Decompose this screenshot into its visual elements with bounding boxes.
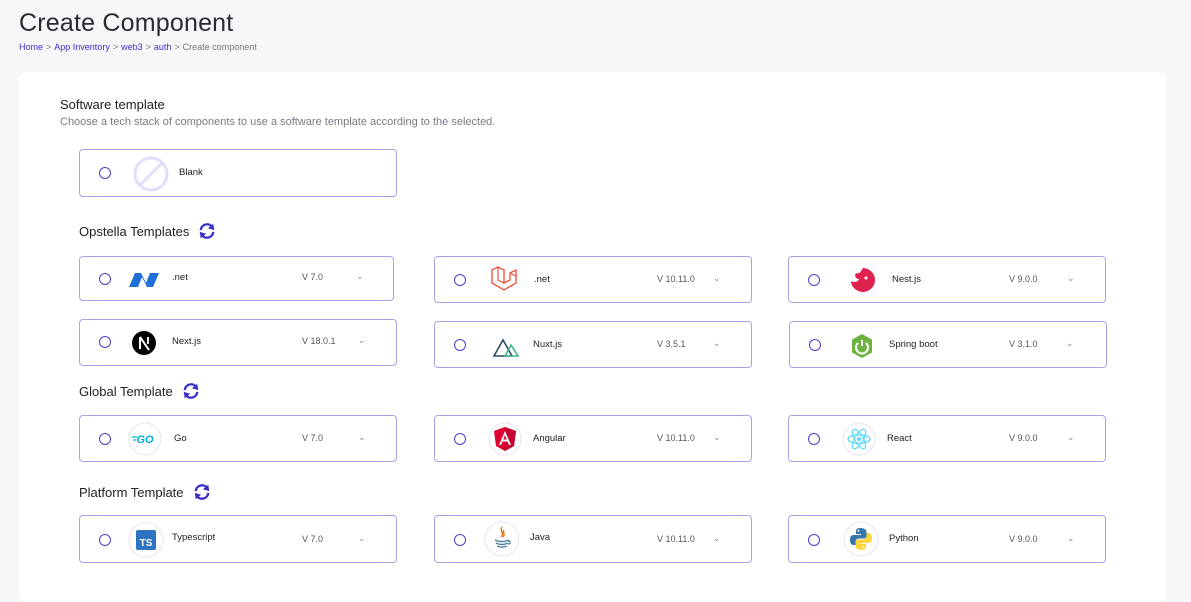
template-name: Angular	[533, 433, 566, 444]
refresh-icon[interactable]	[182, 382, 200, 400]
react-icon	[842, 422, 876, 456]
template-name: Go	[174, 433, 187, 444]
radio-button[interactable]	[454, 339, 466, 351]
template-name: Blank	[179, 167, 203, 178]
chevron-down-icon[interactable]: ⌄	[356, 271, 364, 282]
template-version: V 7.0	[302, 534, 324, 544]
radio-button[interactable]	[454, 534, 466, 546]
breadcrumb-current: Create component	[182, 42, 257, 52]
group-title-label: Global Template	[79, 383, 173, 399]
template-card-nestjs[interactable]: Nest.js V 9.0.0 ⌄	[788, 256, 1106, 303]
software-template-title: Software template	[60, 97, 165, 112]
template-card-dotnet[interactable]: .net V 7.0 ⌄	[79, 256, 394, 301]
template-version: V 7.0	[302, 433, 324, 443]
template-name: .net	[534, 274, 550, 285]
radio-button[interactable]	[99, 534, 111, 546]
python-icon	[843, 521, 879, 557]
template-name: Next.js	[172, 336, 202, 347]
go-icon: GO	[128, 422, 162, 456]
chevron-down-icon[interactable]: ⌄	[713, 273, 721, 284]
template-card-laravel[interactable]: .net V 10.11.0 ⌄	[434, 256, 752, 303]
template-name: Nest.js	[892, 274, 922, 285]
chevron-down-icon[interactable]: ⌄	[358, 335, 366, 346]
template-card-python[interactable]: Python V 9.0.0 ⌄	[788, 515, 1106, 563]
radio-button[interactable]	[809, 339, 821, 351]
group-title-opstella: Opstella Templates	[79, 222, 216, 240]
radio-button[interactable]	[454, 274, 466, 286]
template-card-go[interactable]: GO Go V 7.0 ⌄	[79, 415, 397, 462]
template-name: Typescript	[172, 532, 216, 543]
template-name: Nuxt.js	[533, 339, 563, 350]
chevron-down-icon[interactable]: ⌄	[713, 533, 721, 544]
blank-icon	[133, 156, 169, 192]
chevron-down-icon[interactable]: ⌄	[1066, 338, 1074, 349]
chevron-down-icon[interactable]: ⌄	[1067, 273, 1075, 284]
template-card-nuxtjs[interactable]: Nuxt.js V 3.5.1 ⌄	[434, 321, 752, 368]
template-card-nextjs[interactable]: Next.js V 18.0.1 ⌄	[79, 319, 397, 366]
page-title: Create Component	[19, 9, 234, 37]
template-name: Java	[530, 532, 551, 543]
nuxtjs-icon	[490, 331, 522, 363]
radio-button[interactable]	[454, 433, 466, 445]
template-card-blank[interactable]: Blank	[79, 149, 397, 197]
template-version: V 7.0	[302, 272, 324, 282]
chevron-down-icon[interactable]: ⌄	[358, 533, 366, 544]
radio-button[interactable]	[99, 433, 111, 445]
radio-button[interactable]	[99, 273, 111, 285]
radio-button[interactable]	[99, 336, 111, 348]
refresh-icon[interactable]	[193, 483, 211, 501]
breadcrumb-auth[interactable]: auth	[154, 42, 172, 52]
chevron-down-icon[interactable]: ⌄	[1067, 432, 1075, 443]
breadcrumb-web3[interactable]: web3	[121, 42, 143, 52]
template-version: V 10.11.0	[657, 433, 695, 443]
template-version: V 9.0.0	[1009, 274, 1038, 284]
laravel-icon	[488, 264, 520, 296]
svg-text:TS: TS	[140, 538, 153, 549]
dotnet-icon	[128, 264, 160, 296]
nestjs-icon	[847, 264, 879, 296]
template-version: V 9.0.0	[1009, 433, 1038, 443]
template-card-react[interactable]: React V 9.0.0 ⌄	[788, 415, 1106, 462]
group-title-global: Global Template	[79, 382, 200, 400]
breadcrumb-app-inventory[interactable]: App Inventory	[54, 42, 110, 52]
template-version: V 3.1.0	[1009, 339, 1038, 349]
template-card-angular[interactable]: Angular V 10.11.0 ⌄	[434, 415, 752, 462]
angular-icon	[488, 422, 522, 456]
chevron-down-icon[interactable]: ⌄	[713, 432, 721, 443]
template-version: V 3.5.1	[657, 339, 686, 349]
radio-button[interactable]	[808, 433, 820, 445]
chevron-down-icon[interactable]: ⌄	[358, 432, 366, 443]
radio-button[interactable]	[99, 167, 111, 179]
typescript-icon: TS	[128, 522, 164, 558]
breadcrumb: Home > App Inventory > web3 > auth > Create comp…	[19, 42, 257, 52]
template-name: React	[887, 433, 912, 444]
nextjs-icon	[130, 329, 158, 357]
springboot-icon	[846, 330, 878, 362]
template-version: V 9.0.0	[1009, 534, 1038, 544]
java-icon	[484, 521, 520, 557]
svg-text:GO: GO	[136, 434, 154, 446]
breadcrumb-home[interactable]: Home	[19, 42, 43, 52]
chevron-down-icon[interactable]: ⌄	[713, 338, 721, 349]
group-title-label: Platform Template	[79, 484, 184, 500]
radio-button[interactable]	[808, 274, 820, 286]
group-title-platform: Platform Template	[79, 483, 211, 501]
template-card-springboot[interactable]: Spring boot V 3.1.0 ⌄	[789, 321, 1107, 368]
template-version: V 10.11.0	[657, 274, 695, 284]
template-card-java[interactable]: Java V 10.11.0 ⌄	[434, 515, 752, 563]
template-version: V 10.11.0	[657, 534, 695, 544]
refresh-icon[interactable]	[198, 222, 216, 240]
template-version: V 18.0.1	[302, 336, 336, 346]
radio-button[interactable]	[808, 534, 820, 546]
software-template-description: Choose a tech stack of components to use…	[60, 116, 496, 128]
template-name: Python	[889, 533, 919, 544]
template-card-typescript[interactable]: TS Typescript V 7.0 ⌄	[79, 515, 397, 563]
chevron-down-icon[interactable]: ⌄	[1067, 533, 1075, 544]
template-name: .net	[172, 272, 188, 283]
group-title-label: Opstella Templates	[79, 223, 190, 239]
template-name: Spring boot	[889, 339, 938, 350]
